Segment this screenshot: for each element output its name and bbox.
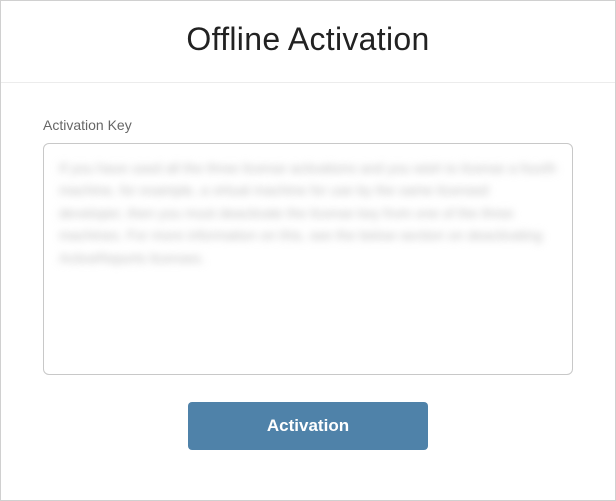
activation-key-label: Activation Key <box>43 117 573 133</box>
header: Offline Activation <box>1 1 615 83</box>
button-row: Activation <box>43 380 573 472</box>
activation-key-input[interactable] <box>43 143 573 375</box>
content-area: Activation Key If you have used all the … <box>1 83 615 500</box>
activation-button[interactable]: Activation <box>188 402 428 450</box>
activation-window: Offline Activation Activation Key If you… <box>0 0 616 501</box>
textarea-wrapper: If you have used all the three license a… <box>43 143 573 380</box>
page-title: Offline Activation <box>1 21 615 58</box>
